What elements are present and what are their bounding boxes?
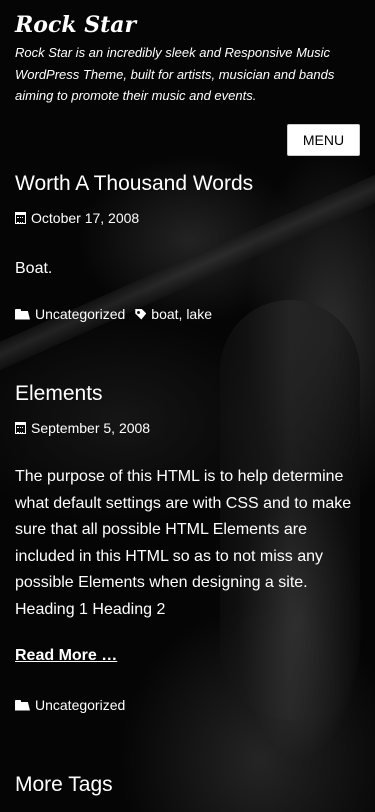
post-title-link[interactable]: Worth A Thousand Words	[15, 172, 253, 195]
post-footer-meta: Uncategorized	[15, 695, 360, 715]
calendar-icon	[15, 422, 26, 434]
tag-icon	[135, 309, 146, 320]
post-excerpt: Boat.	[15, 259, 53, 277]
site-header: Rock Star Rock Star is an incredibly sle…	[0, 0, 375, 107]
read-more-link[interactable]: Read More …	[15, 646, 117, 666]
page: Rock Star Rock Star is an incredibly sle…	[0, 0, 375, 798]
post-title: Elements	[15, 381, 360, 407]
post-date: September 5, 2008	[15, 418, 360, 438]
post-title-link[interactable]: Elements	[15, 382, 103, 405]
calendar-icon	[15, 211, 26, 224]
post-date-link[interactable]: September 5, 2008	[31, 418, 150, 438]
tag-link-boat[interactable]: boat	[151, 304, 178, 324]
folder-open-icon	[15, 699, 30, 711]
menu-toggle-button[interactable]: MENU	[287, 123, 360, 156]
post-date: October 17, 2008	[15, 208, 360, 228]
folder-open-icon	[15, 308, 30, 320]
tag-link-lake[interactable]: lake	[186, 304, 212, 324]
post-elements: Elements September 5, 2008 The purpose o…	[0, 381, 375, 715]
post-date-link[interactable]: October 17, 2008	[31, 208, 139, 228]
widget-title-more-tags: More Tags	[15, 773, 113, 796]
category-link[interactable]: Uncategorized	[35, 304, 125, 324]
tag-separator: ,	[178, 306, 187, 322]
site-description: Rock Star is an incredibly sleek and Res…	[15, 45, 335, 103]
category-link[interactable]: Uncategorized	[35, 695, 125, 715]
navigation-bar: MENU	[0, 123, 375, 172]
post-excerpt: The purpose of this HTML is to help dete…	[15, 468, 352, 618]
post-footer-meta: Uncategorized boat, lake	[15, 304, 360, 324]
read-more-row: Read More …	[15, 646, 360, 666]
post-title: Worth A Thousand Words	[15, 171, 360, 197]
site-title-link[interactable]: Rock Star	[15, 10, 136, 40]
post-worth-a-thousand-words: Worth A Thousand Words October 17, 2008 …	[0, 171, 375, 325]
